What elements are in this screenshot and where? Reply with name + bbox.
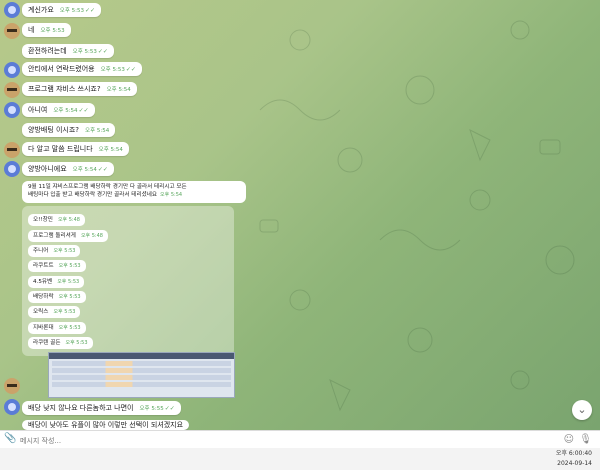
image-list-item: 라쿠텐 골든 오후 5:53 <box>28 337 93 349</box>
message-time: 오후 5:55 <box>139 406 164 412</box>
avatar[interactable] <box>4 23 20 39</box>
image-list-item: 프로그램 돌리셔게 오후 5:48 <box>28 230 108 242</box>
read-check-icon: ✓✓ <box>85 7 96 14</box>
message-bubble[interactable]: 환전하려는데 오후 5:53✓✓ <box>22 44 114 58</box>
taskbar: 오후 6:00:40 2024-09-14 <box>0 448 600 470</box>
image-list-text: 라쿠트트 <box>33 263 54 269</box>
image-list-text: 지바론대 <box>33 325 54 331</box>
image-list-time: 오후 5:53 <box>57 279 80 285</box>
message-text: 양방아니에요 <box>28 165 67 173</box>
image-list-text: 오!!창민 <box>33 217 53 223</box>
avatar[interactable] <box>4 82 20 98</box>
read-check-icon: ✓✓ <box>78 107 89 114</box>
image-list-time: 오후 5:53 <box>65 340 88 346</box>
image-list-text: 배당하락 <box>33 294 54 300</box>
image-list-text: 프로그램 돌리셔게 <box>33 233 76 239</box>
clock-time: 오후 6:00:40 <box>555 450 592 457</box>
message-time: 오후 5:54 <box>53 108 78 114</box>
image-list-item: 라쿠트트 오후 5:53 <box>28 260 86 272</box>
sheet-row <box>52 375 231 380</box>
message-text: 아니여 <box>28 106 48 114</box>
message-bubble[interactable]: 계신가요 오후 5:53✓✓ <box>22 3 102 17</box>
image-list-time: 오후 5:48 <box>80 233 103 239</box>
image-list-item: 지바론대 오후 5:53 <box>28 322 86 334</box>
image-list-time: 오후 5:53 <box>58 325 81 331</box>
message-text: 계신가요 <box>28 6 54 14</box>
message-text: 환전하려는데 <box>28 47 67 55</box>
message-time: 오후 5:54 <box>98 147 123 153</box>
image-list-time: 오후 5:53 <box>58 263 81 269</box>
message-time: 오후 5:53 <box>100 67 125 73</box>
image-list-item: 오릭스 오후 5:53 <box>28 306 81 318</box>
avatar[interactable] <box>4 399 20 415</box>
message-bubble[interactable]: 안티에서 연락드렸어용 오후 5:53✓✓ <box>22 62 142 76</box>
read-check-icon: ✓✓ <box>97 166 108 173</box>
message-time: 오후 5:53 <box>59 8 84 14</box>
scroll-down-button[interactable]: ⌄ <box>572 400 592 420</box>
long-message-bubble[interactable]: 9월 11일 쟈비스프로그램 배당하락 경기만 다 골라서 테리시고 모든 배팅… <box>22 181 246 203</box>
message-bubble[interactable]: 다 알고 말씀 드립니다 오후 5:54 <box>22 142 129 156</box>
image-list-text: 라쿠텐 골든 <box>33 340 61 346</box>
message-text: 양방배팅 이시죠? <box>28 126 80 134</box>
message-bubble[interactable]: 양방배팅 이시죠? 오후 5:54 <box>22 123 116 137</box>
message-bubble[interactable]: 배당 낮지 않나요 다른놈하고 나면이 오후 5:55✓✓ <box>22 401 181 415</box>
message-text: 배팅마다 입출 받고 배당하락 경기만 골라서 테리셨네요 <box>28 192 158 198</box>
image-list-text: 주니어 <box>33 248 49 254</box>
message-bubble[interactable]: 네 오후 5:53 <box>22 23 71 37</box>
screenshot-image[interactable]: 오!!창민 오후 5:48 프로그램 돌리셔게 오후 5:48 주니어 오후 5:53… <box>22 206 234 356</box>
image-list-time: 오후 5:48 <box>57 217 80 223</box>
message-time: 오후 5:53 <box>72 49 97 55</box>
message-time: 오후 5:54 <box>160 192 183 198</box>
message-time: 오후 5:54 <box>72 167 97 173</box>
message-text: 프로그램 쟈비스 쓰시죠? <box>28 85 101 93</box>
sheet-row <box>52 382 231 387</box>
clock-date: 2024-09-14 <box>557 460 592 467</box>
avatar[interactable] <box>4 378 20 394</box>
system-clock[interactable]: 오후 6:00:40 2024-09-14 <box>556 449 592 469</box>
message-text: 배당이 낮아도 유플이 많아 이렇만 선택이 되셔겠지요 <box>28 421 184 429</box>
avatar[interactable] <box>4 102 20 118</box>
image-list-text: 오릭스 <box>33 309 49 315</box>
sheet-row <box>52 361 231 366</box>
image-list-item: 오!!창민 오후 5:48 <box>28 214 85 226</box>
avatar[interactable] <box>4 142 20 158</box>
message-text: 네 <box>28 26 35 34</box>
message-input[interactable] <box>18 434 522 448</box>
image-list-item: 주니어 오후 5:53 <box>28 245 81 257</box>
avatar[interactable] <box>4 62 20 78</box>
spreadsheet-image[interactable] <box>48 352 235 398</box>
message-text: 9월 11일 쟈비스프로그램 배당하락 경기만 다 골라서 테리시고 모든 <box>28 184 187 190</box>
read-check-icon: ✓✓ <box>97 48 108 55</box>
read-check-icon: ✓✓ <box>164 405 175 412</box>
emoji-icon[interactable]: ☺ <box>564 434 574 445</box>
message-time: 오후 5:54 <box>106 87 131 93</box>
image-list-time: 오후 5:53 <box>58 294 81 300</box>
avatar[interactable] <box>4 2 20 18</box>
image-list-item: 4.5유벤 오후 5:53 <box>28 276 85 288</box>
message-time: 오후 5:54 <box>85 128 110 134</box>
message-bubble[interactable]: 양방아니에요 오후 5:54✓✓ <box>22 162 114 176</box>
message-text: 다 알고 말씀 드립니다 <box>28 145 93 153</box>
paperclip-icon[interactable]: 📎 <box>4 433 16 444</box>
message-bubble[interactable]: 아니여 오후 5:54✓✓ <box>22 103 95 117</box>
message-bubble[interactable]: 배당이 낮아도 유플이 많아 이렇만 선택이 되셔겠지요 <box>22 420 190 430</box>
message-time: 오후 5:53 <box>40 28 65 34</box>
chevron-down-icon: ⌄ <box>577 403 587 416</box>
message-text: 안티에서 연락드렸어용 <box>28 65 95 73</box>
sheet-row <box>52 368 231 373</box>
avatar[interactable] <box>4 161 20 177</box>
read-check-icon: ✓✓ <box>125 66 136 73</box>
image-list-item: 배당하락 오후 5:53 <box>28 291 86 303</box>
composer: 📎 ☺ 🎙 <box>0 430 600 449</box>
image-list-text: 4.5유벤 <box>33 279 53 285</box>
message-text: 배당 낮지 않나요 다른놈하고 나면이 <box>28 404 134 412</box>
image-list-time: 오후 5:53 <box>53 248 76 254</box>
image-list-time: 오후 5:53 <box>53 309 76 315</box>
message-bubble[interactable]: 프로그램 쟈비스 쓰시죠? 오후 5:54 <box>22 82 137 96</box>
sheet-header <box>49 353 234 359</box>
microphone-icon[interactable]: 🎙 <box>579 434 592 445</box>
